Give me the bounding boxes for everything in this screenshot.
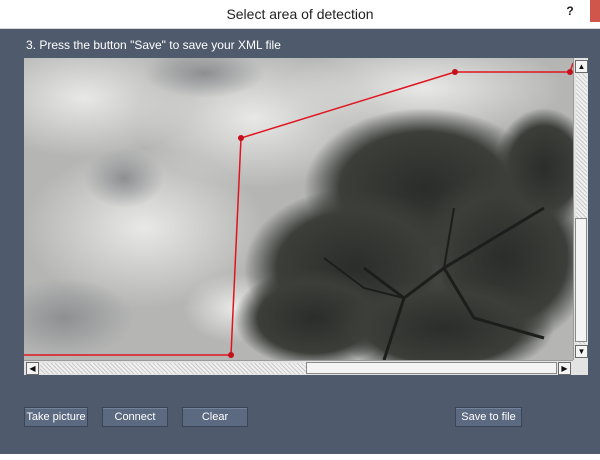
scroll-down-icon[interactable]: ▼ [575,345,588,358]
close-icon[interactable] [590,0,600,22]
vertical-scrollbar[interactable]: ▲ ▼ [573,58,588,360]
horizontal-scrollbar[interactable]: ◀ ▶ [24,360,573,375]
scrollbar-corner [573,360,588,375]
instruction-text: 3. Press the button "Save" to save your … [26,38,281,52]
save-to-file-button[interactable]: Save to file [455,407,522,427]
horizontal-scroll-thumb[interactable] [306,362,557,374]
connect-button[interactable]: Connect [102,407,168,427]
scroll-left-icon[interactable]: ◀ [26,362,39,375]
polygon-vertex[interactable] [238,135,244,141]
camera-image-view[interactable] [24,58,573,360]
scroll-right-icon[interactable]: ▶ [558,362,571,375]
take-picture-button[interactable]: Take picture [24,407,88,427]
clear-button[interactable]: Clear [182,407,248,427]
scroll-up-icon[interactable]: ▲ [575,60,588,73]
polygon-vertex[interactable] [228,352,234,358]
camera-image [24,58,573,360]
window-bottom-border [0,454,600,460]
vertical-scroll-thumb[interactable] [575,218,587,342]
client-area: 3. Press the button "Save" to save your … [0,29,600,454]
window-title: Select area of detection [226,6,374,22]
polygon-vertex[interactable] [452,69,458,75]
help-icon[interactable]: ? [564,4,576,20]
title-bar: Select area of detection ? [0,0,600,29]
